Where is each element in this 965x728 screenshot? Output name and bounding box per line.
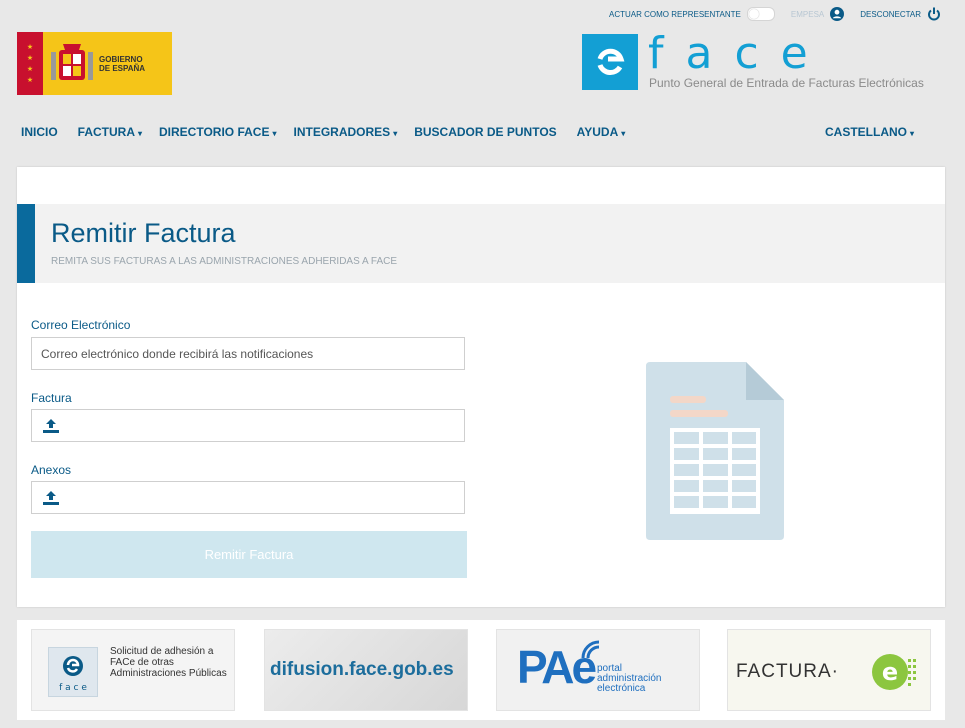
nav-label: BUSCADOR DE PUNTOS [414, 125, 557, 139]
footer-banners: f a c e Solicitud de adhesión a FACe de … [17, 620, 945, 720]
nav-label: INICIO [21, 125, 58, 139]
disconnect-link[interactable]: DESCONECTAR [860, 10, 921, 19]
factura-e-banner[interactable]: FACTURA· e [727, 629, 931, 711]
factura-e-mark-icon: e [872, 654, 916, 690]
svg-text:f a c e: f a c e [59, 683, 87, 693]
chevron-down-icon: ▾ [909, 129, 914, 138]
representative-label: ACTUAR COMO REPRESENTANTE [609, 9, 741, 19]
face-logo[interactable]: face Punto General de Entrada de Factura… [582, 28, 942, 96]
nav-directorio-face[interactable]: DIRECTORIO FACE ▾ [159, 125, 276, 139]
pae-banner[interactable]: PAe portal administración electrónica [496, 629, 700, 711]
chevron-down-icon: ▾ [393, 129, 398, 138]
nav-label: INTEGRADORES [293, 125, 391, 139]
nav-inicio[interactable]: INICIO [21, 125, 61, 139]
chevron-down-icon: ▾ [272, 129, 277, 138]
adhesion-banner[interactable]: f a c e Solicitud de adhesión a FACe de … [31, 629, 235, 711]
company-label: EMPESA [790, 9, 825, 19]
eu-stars-bar: ★ ★ ★ ★ [17, 32, 43, 95]
signal-waves-icon [581, 640, 600, 659]
factura-e-text: FACTURA· [736, 661, 839, 682]
invoice-document-icon [646, 362, 784, 540]
language-selector[interactable]: CASTELLANO ▾ [825, 125, 914, 139]
invoice-upload-field[interactable] [31, 409, 465, 442]
upload-icon[interactable] [42, 418, 60, 434]
email-field-wrapper [31, 337, 465, 370]
main-navigation: INICIO FACTURA ▾ DIRECTORIO FACE ▾ INTEGRA… [21, 124, 941, 140]
nav-label: AYUDA [576, 125, 619, 139]
email-field[interactable] [32, 338, 464, 369]
chevron-down-icon: ▾ [138, 129, 143, 138]
page-subtitle: REMITA SUS FACTURAS A LAS ADMINISTRACION… [51, 256, 398, 267]
upload-icon[interactable] [42, 490, 60, 506]
power-icon[interactable] [927, 7, 941, 21]
nav-buscador-de-puntos[interactable]: BUSCADOR DE PUNTOS [414, 125, 559, 139]
attachments-upload-field[interactable] [31, 481, 465, 514]
chevron-down-icon: ▾ [621, 129, 626, 138]
page-title: Remitir Factura [51, 218, 236, 248]
gobierno-espana-logo[interactable]: ★ ★ ★ ★ GOBIERNO DE ESPAÑA [17, 32, 172, 95]
nav-integradores[interactable]: INTEGRADORES ▾ [294, 125, 398, 139]
pae-subtext: portal administración electrónica [597, 663, 662, 694]
submit-invoice-button[interactable]: Remitir Factura [31, 531, 467, 578]
representative-toggle[interactable] [746, 7, 775, 21]
email-label: Correo Electrónico [31, 318, 131, 332]
top-utility-bar: ACTUAR COMO REPRESENTANTE EMPESA DESCONE… [609, 4, 941, 24]
face-badge-icon [582, 34, 638, 90]
language-label: CASTELLANO [824, 125, 907, 139]
gobierno-text: GOBIERNO DE ESPAÑA [99, 54, 146, 73]
face-mini-logo-icon: f a c e [48, 647, 98, 697]
nav-label: FACTURA [77, 125, 135, 139]
nav-ayuda[interactable]: AYUDA ▾ [577, 125, 626, 139]
attachments-label: Anexos [31, 463, 72, 477]
nav-factura[interactable]: FACTURA ▾ [78, 125, 142, 139]
difusion-banner[interactable]: difusion.face.gob.es [264, 629, 468, 711]
adhesion-text: Solicitud de adhesión a FACe de otras Ad… [110, 646, 227, 679]
main-card: Remitir Factura REMITA SUS FACTURAS A LA… [17, 167, 945, 607]
difusion-text: difusion.face.gob.es [270, 659, 454, 680]
page-header: Remitir Factura REMITA SUS FACTURAS A LA… [17, 204, 945, 283]
face-subtitle: Punto General de Entrada de Facturas Ele… [649, 76, 924, 90]
header-accent-bar [17, 204, 35, 283]
face-letters: face [648, 28, 830, 79]
nav-label: DIRECTORIO FACE [159, 125, 270, 139]
svg-text:e: e [882, 658, 898, 686]
invoice-label: Factura [31, 391, 72, 405]
user-circle-icon[interactable] [830, 7, 845, 21]
coat-of-arms-icon [51, 43, 93, 80]
